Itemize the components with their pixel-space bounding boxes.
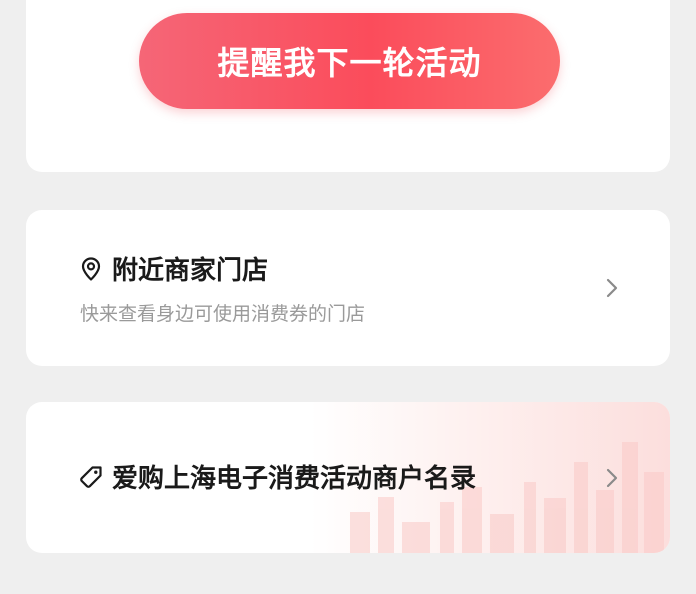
- location-pin-icon: [78, 256, 104, 282]
- remind-card: 提醒我下一轮活动: [26, 0, 670, 172]
- merchant-directory-card[interactable]: 爱购上海电子消费活动商户名录: [26, 402, 670, 553]
- remind-next-round-button[interactable]: 提醒我下一轮活动: [139, 13, 560, 109]
- chevron-right-icon: [606, 278, 618, 298]
- nearby-stores-title: 附近商家门店: [112, 256, 269, 286]
- tag-icon: [78, 464, 104, 490]
- page: 提醒我下一轮活动 附近商家门店 快来查看身边可使用消费券的门店 爱购上海电子消费…: [0, 0, 696, 594]
- merchant-directory-title-row: 爱购上海电子消费活动商户名录: [78, 458, 476, 495]
- merchant-directory-title: 爱购上海电子消费活动商户名录: [112, 464, 477, 494]
- nearby-stores-subtitle: 快来查看身边可使用消费券的门店: [80, 303, 366, 325]
- nearby-stores-card[interactable]: 附近商家门店 快来查看身边可使用消费券的门店: [26, 210, 670, 366]
- chevron-right-icon: [606, 468, 618, 488]
- nearby-stores-title-row: 附近商家门店: [78, 250, 268, 287]
